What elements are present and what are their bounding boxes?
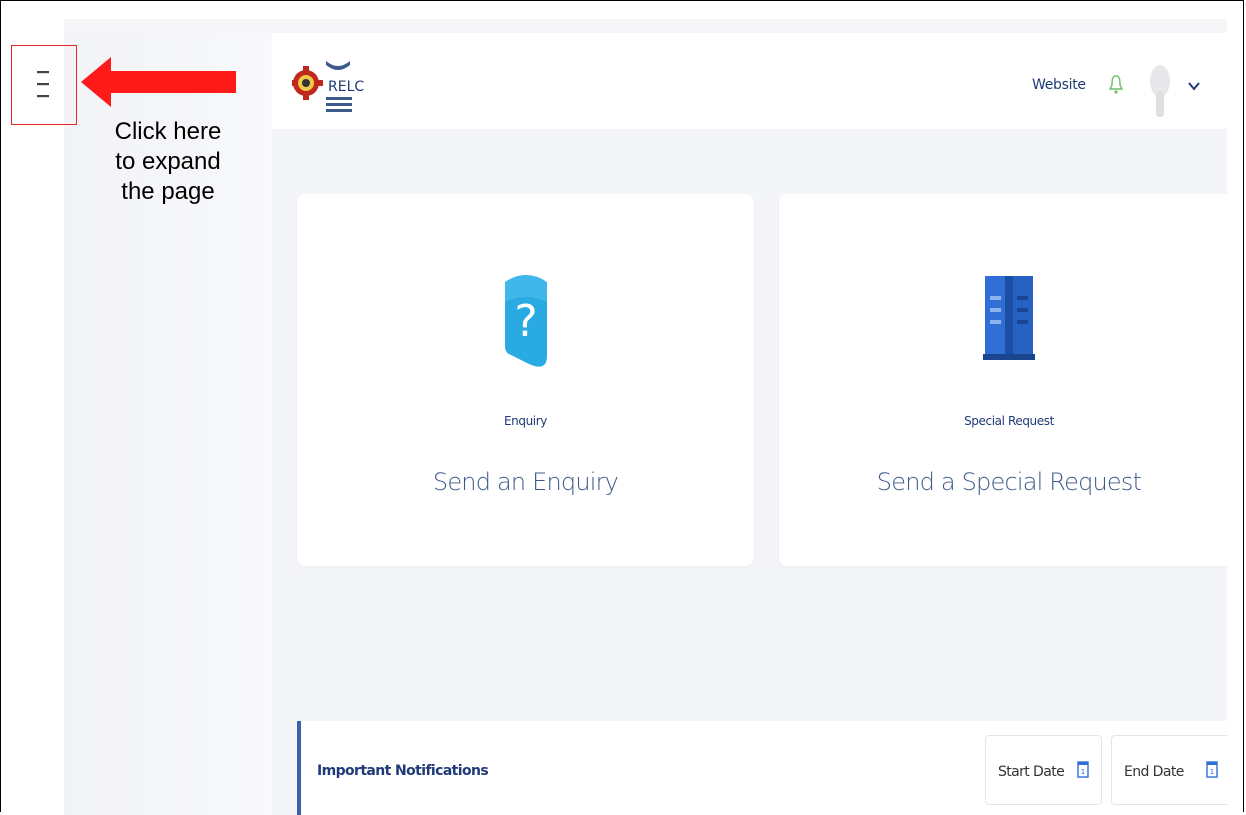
notifications-title: Important Notifications — [317, 763, 489, 779]
logo-text: RELC — [328, 79, 364, 95]
callout-line: Click here — [114, 118, 222, 145]
chevron-down-icon[interactable] — [1187, 79, 1201, 93]
enquiry-label: Enquiry — [504, 414, 547, 428]
enquiry-card[interactable]: ? Enquiry Send an Enquiry — [297, 194, 754, 566]
special-request-card[interactable]: Special Request Send a Special Request — [779, 194, 1227, 566]
bell-icon[interactable] — [1108, 73, 1124, 95]
callout-line: to expand — [115, 148, 221, 175]
callout-text: Click here to expand the page — [83, 117, 253, 207]
book-icon — [983, 276, 1035, 360]
relc-logo[interactable]: RELC — [292, 51, 372, 117]
avatar[interactable] — [1147, 63, 1173, 119]
start-date-field[interactable]: Start Date 1 — [985, 735, 1102, 805]
red-arrow-icon — [81, 57, 236, 107]
end-date-label: End Date — [1124, 764, 1184, 780]
special-request-label: Special Request — [964, 414, 1054, 428]
calendar-day-label: 1 — [1210, 768, 1214, 776]
top-header: RELC Website — [272, 33, 1227, 129]
calendar-icon[interactable]: 1 — [1077, 760, 1089, 778]
top-strip — [64, 19, 1227, 33]
send-special-request-title[interactable]: Send a Special Request — [779, 468, 1227, 496]
end-date-field[interactable]: End Date 1 — [1111, 735, 1227, 805]
send-enquiry-title[interactable]: Send an Enquiry — [297, 468, 754, 496]
screenshot-frame: RELC Website ? Enquiry Send an Enquiry S… — [0, 0, 1244, 815]
hamburger-menu-icon[interactable] — [37, 69, 49, 99]
callout-line: the page — [121, 178, 215, 205]
svg-text:?: ? — [514, 296, 537, 347]
question-mark-icon: ? — [504, 275, 547, 367]
important-notifications-panel: Important Notifications Start Date 1 End… — [297, 721, 1227, 815]
website-link[interactable]: Website — [1032, 77, 1086, 93]
calendar-icon[interactable]: 1 — [1206, 760, 1218, 778]
start-date-label: Start Date — [998, 764, 1065, 780]
calendar-day-label: 1 — [1081, 768, 1085, 776]
